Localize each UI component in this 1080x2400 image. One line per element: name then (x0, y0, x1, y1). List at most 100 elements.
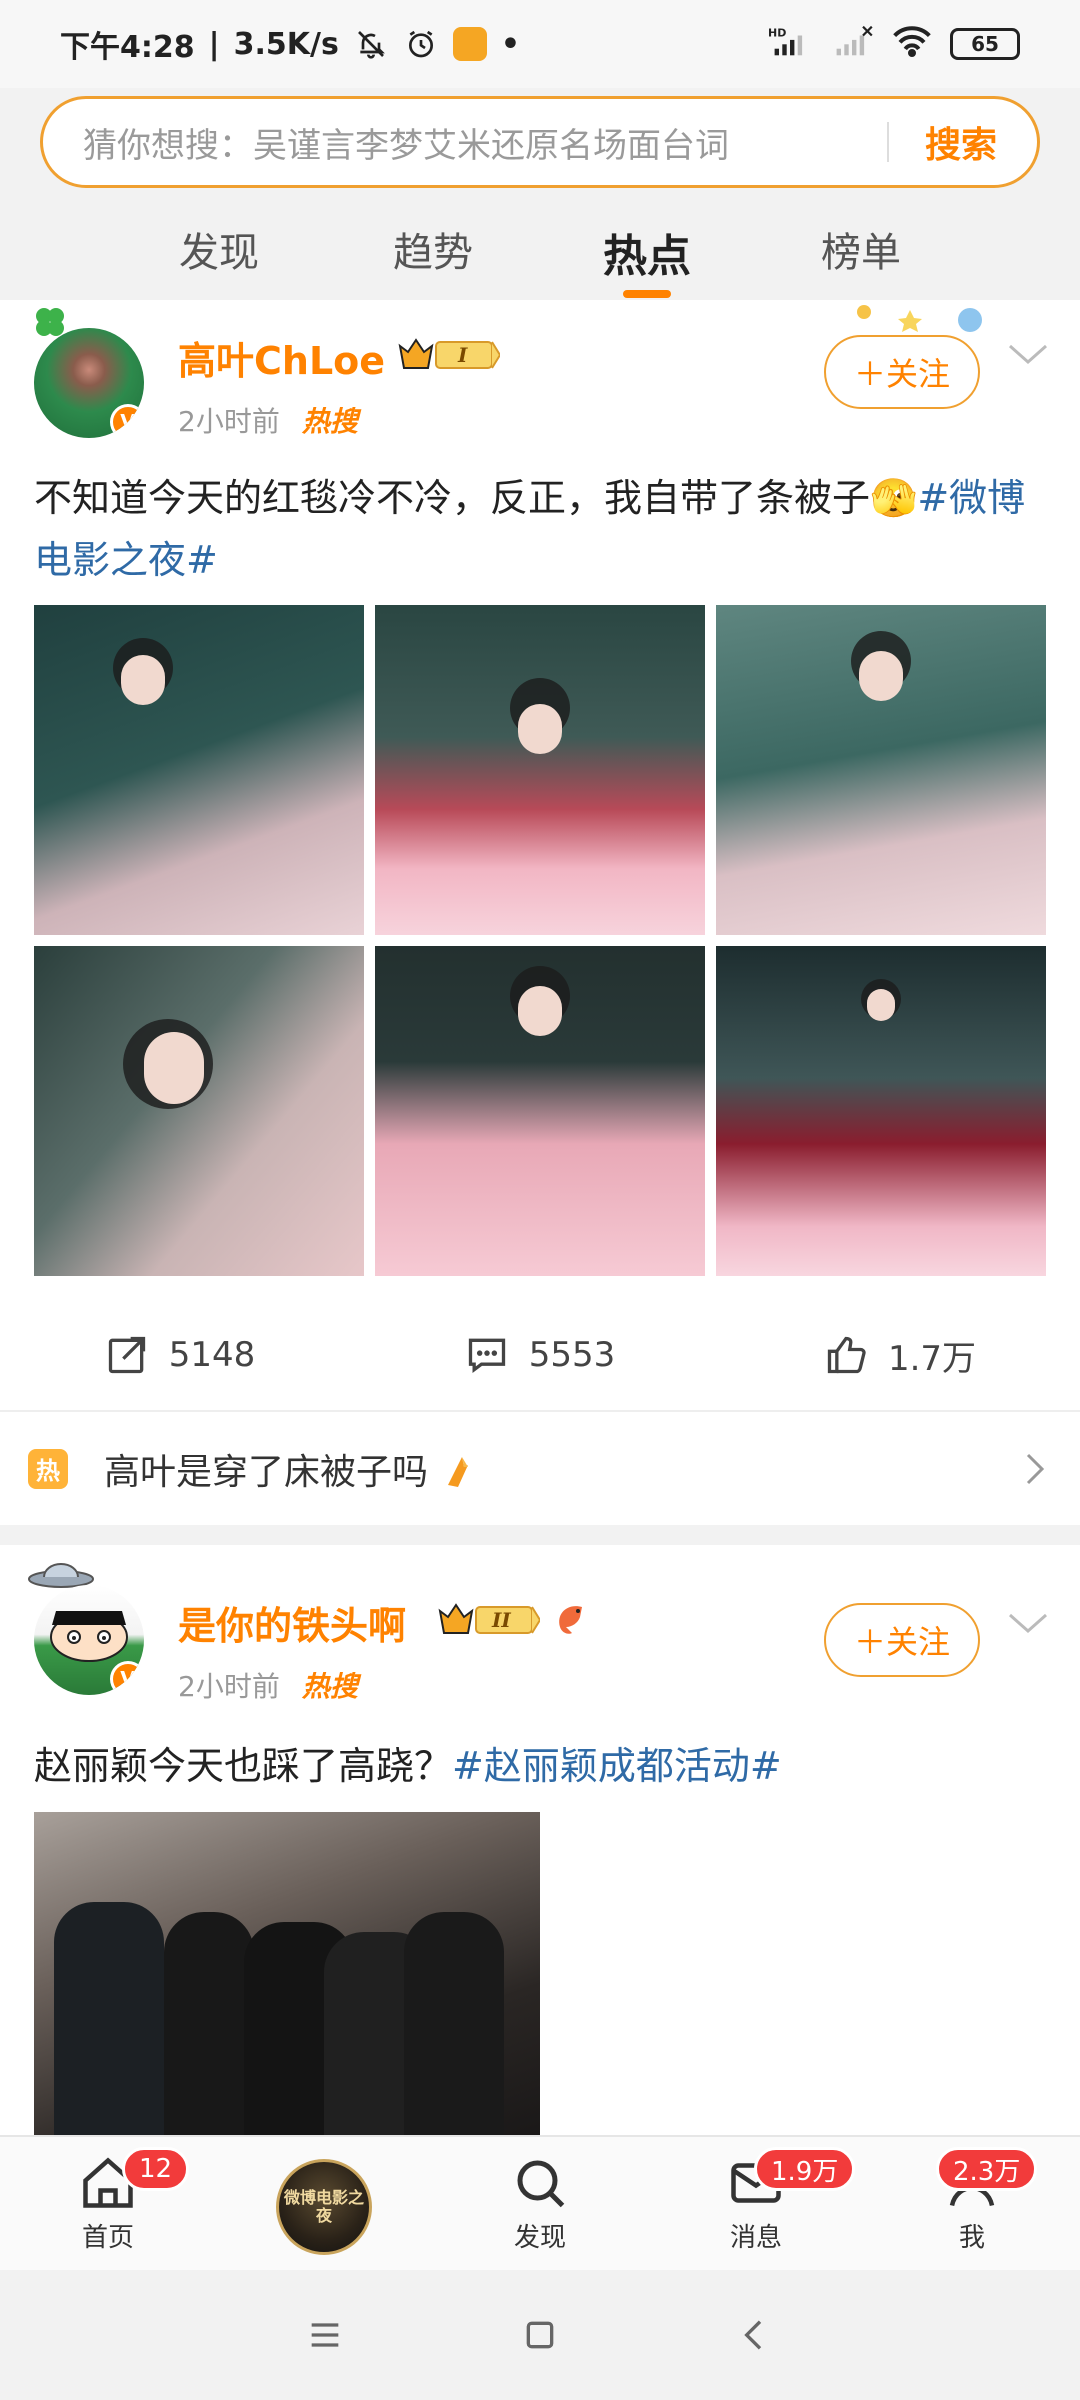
post-time: 2小时前 (178, 405, 280, 438)
tab-trends[interactable]: 趋势 (326, 200, 540, 300)
hot-search-tag: 热搜 (301, 405, 358, 438)
alarm-icon (403, 26, 439, 62)
post-meta: 2小时前 热搜 (178, 1665, 358, 1705)
post-card[interactable]: V 是你的铁头啊 II 2小时前 热搜 ＋关注 赵丽颖今天也踩了高跷？#赵丽颖成… (0, 1545, 1080, 2137)
member-level-icon: I (398, 338, 500, 369)
thumbs-up-icon (827, 1336, 866, 1374)
search-divider (886, 122, 889, 162)
member-level-text: II (491, 1608, 511, 1632)
comment-icon (468, 1338, 505, 1373)
decoration-stars-icon (857, 305, 982, 332)
post-image[interactable] (716, 605, 1046, 935)
nav-label: 消息 (729, 2223, 782, 2253)
status-net-speed: 3.5K/s (233, 26, 339, 62)
comment-count: 5553 (528, 1335, 616, 1375)
search-icon (517, 2160, 565, 2208)
nav-label: 我 (958, 2223, 985, 2253)
home-square-icon[interactable] (520, 2315, 560, 2355)
plus-icon: ＋ (853, 1623, 886, 1661)
unread-badge: 2.3万 (936, 2147, 1038, 2191)
follow-label: 关注 (886, 1623, 951, 1661)
menu-icon[interactable] (305, 2315, 345, 2355)
post-meta: 2小时前 热搜 (178, 400, 358, 440)
weibo-movie-night-logo: 微博电影之夜 (276, 2159, 372, 2255)
search-button[interactable]: 搜索 (925, 116, 997, 168)
dot-icon: • (500, 26, 520, 62)
system-navigation (0, 2270, 1080, 2400)
plus-icon: ＋ (853, 355, 886, 393)
post-body: 赵丽颖今天也踩了高跷？ (34, 1744, 453, 1788)
nav-label: 首页 (81, 2223, 134, 2253)
post-image[interactable] (716, 946, 1046, 1276)
verified-badge-icon: V (110, 1661, 144, 1695)
hd-signal-icon: HD (768, 24, 812, 64)
post-image[interactable] (34, 605, 364, 935)
member-level-icon: II (438, 1603, 540, 1634)
svg-text:HD: HD (768, 27, 786, 40)
bottom-navigation: 首页 12 微博电影之夜 发现 消息 1.9万 我 2.3万 (0, 2135, 1080, 2270)
hot-topic-link[interactable]: 热 高叶是穿了床被子吗 (0, 1410, 1080, 1525)
post-image[interactable] (375, 605, 705, 935)
shrimp-icon (559, 1606, 582, 1634)
author-name[interactable]: 是你的铁头啊 (178, 1595, 406, 1650)
wifi-icon (892, 25, 932, 63)
avatar[interactable]: V (34, 328, 144, 438)
nav-discover[interactable]: 发现 (432, 2137, 648, 2270)
search-input[interactable]: 猜你想搜：吴谨言李梦艾米还原名场面台词 (83, 118, 851, 167)
battery-indicator: 65 (950, 28, 1020, 60)
like-count: 1.7万 (887, 1338, 977, 1379)
follow-label: 关注 (886, 355, 951, 393)
post-image[interactable] (375, 946, 705, 1276)
nav-profile[interactable]: 我 2.3万 (864, 2137, 1080, 2270)
avatar[interactable]: V (34, 1585, 144, 1695)
follow-button[interactable]: ＋关注 (824, 1603, 980, 1677)
post-time: 2小时前 (178, 1670, 280, 1703)
hot-badge-icon: 热 (28, 1448, 68, 1489)
like-button[interactable]: 1.7万 (720, 1331, 1080, 1380)
nav-movie-night[interactable]: 微博电影之夜 (216, 2137, 432, 2270)
tab-hot[interactable]: 热点 (540, 200, 754, 300)
unread-badge: 1.9万 (754, 2147, 856, 2191)
back-icon[interactable] (735, 2315, 775, 2355)
hashtag-link[interactable]: #赵丽颖成都活动# (452, 1744, 782, 1788)
tab-rankings[interactable]: 榜单 (754, 200, 968, 300)
weibo-movie-night-logo-text: 微博电影之夜 (283, 2188, 364, 2225)
verified-badge-icon: V (110, 404, 144, 438)
status-left: 下午4:28 | 3.5K/s • (60, 22, 520, 66)
nav-messages[interactable]: 消息 1.9万 (648, 2137, 864, 2270)
shy-face-emoji-icon: 🫣 (870, 476, 918, 520)
hot-topic-text: 高叶是穿了床被子吗 (104, 1451, 429, 1493)
signal-icon (830, 24, 874, 64)
comment-button[interactable]: 5553 (360, 1333, 720, 1377)
bell-off-icon (353, 26, 389, 62)
tab-discover[interactable]: 发现 (112, 200, 326, 300)
author-name[interactable]: 高叶ChLoe (178, 330, 385, 385)
chevron-right-icon (1026, 1453, 1045, 1484)
post-body: 不知道今天的红毯冷不冷，反正，我自带了条被子 (34, 476, 871, 520)
member-level-text: I (457, 343, 468, 367)
image-grid (34, 605, 1046, 1276)
nav-label: 发现 (513, 2223, 566, 2253)
app-notification-icon (452, 27, 487, 61)
post-image[interactable] (34, 1812, 540, 2137)
status-bar: 下午4:28 | 3.5K/s • HD 65 (0, 0, 1080, 88)
cartoon-face-icon (50, 1611, 128, 1662)
chevron-down-icon[interactable] (1006, 1609, 1050, 1639)
post-text[interactable]: 不知道今天的红毯冷不冷，反正，我自带了条被子🫣#微博电影之夜# (34, 467, 1044, 591)
post-text[interactable]: 赵丽颖今天也踩了高跷？#赵丽颖成都活动# (34, 1735, 1044, 1797)
post-actions: 5148 5553 1.7万 (0, 1300, 1080, 1410)
post-image[interactable] (34, 946, 364, 1276)
follow-button[interactable]: ＋关注 (824, 335, 980, 409)
repost-button[interactable]: 5148 (0, 1333, 360, 1377)
status-right: HD 65 (768, 24, 1020, 64)
hot-search-tag: 热搜 (301, 1670, 358, 1703)
status-time: 下午4:28 (60, 30, 195, 65)
search-bar[interactable]: 猜你想搜：吴谨言李梦艾米还原名场面台词 搜索 (40, 96, 1040, 188)
nav-home[interactable]: 首页 12 (0, 2137, 216, 2270)
share-icon (108, 1336, 145, 1374)
post-card[interactable]: V 高叶ChLoe I 2小时前 热搜 ＋关注 不知道今天的红毯冷不冷，反正，我… (0, 300, 1080, 1525)
unread-badge: 12 (122, 2147, 190, 2191)
chevron-down-icon[interactable] (1006, 340, 1050, 370)
repost-count: 5148 (168, 1335, 256, 1375)
trending-arrow-icon (448, 1456, 469, 1487)
